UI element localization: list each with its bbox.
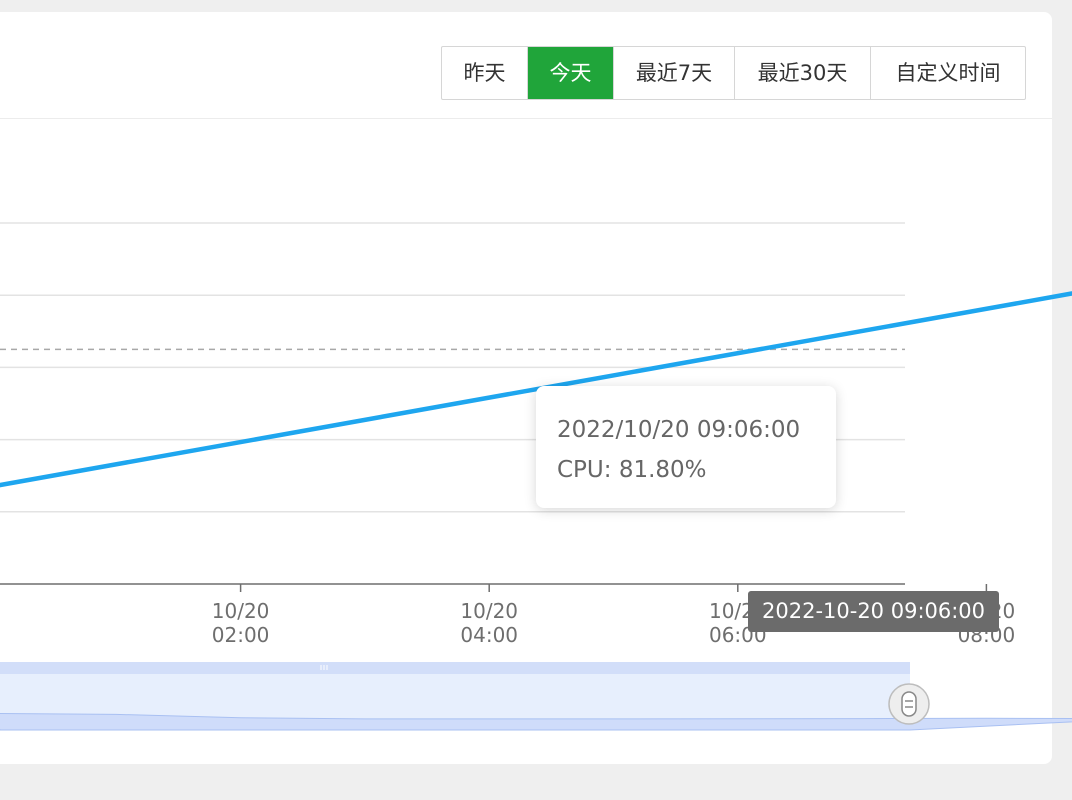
x-tick-label-time: 02:00 bbox=[212, 623, 270, 647]
x-tick-label-date: 10/20 bbox=[460, 599, 518, 623]
data-zoom-handle[interactable] bbox=[888, 683, 930, 725]
handle-grip bbox=[901, 691, 917, 717]
x-tick-label-time: 04:00 bbox=[460, 623, 518, 647]
x-tick-label-date: 10/20 bbox=[212, 599, 270, 623]
axis-pointer-label: 2022-10-20 09:06:00 bbox=[748, 591, 1000, 632]
tooltip-value: CPU: 81.80% bbox=[557, 457, 707, 483]
tooltip-time: 2022/10/20 09:06:00 bbox=[557, 417, 801, 443]
chart-tooltip: 2022/10/20 09:06:00 CPU: 81.80% bbox=[536, 386, 836, 508]
data-zoom-bar bbox=[0, 662, 910, 674]
